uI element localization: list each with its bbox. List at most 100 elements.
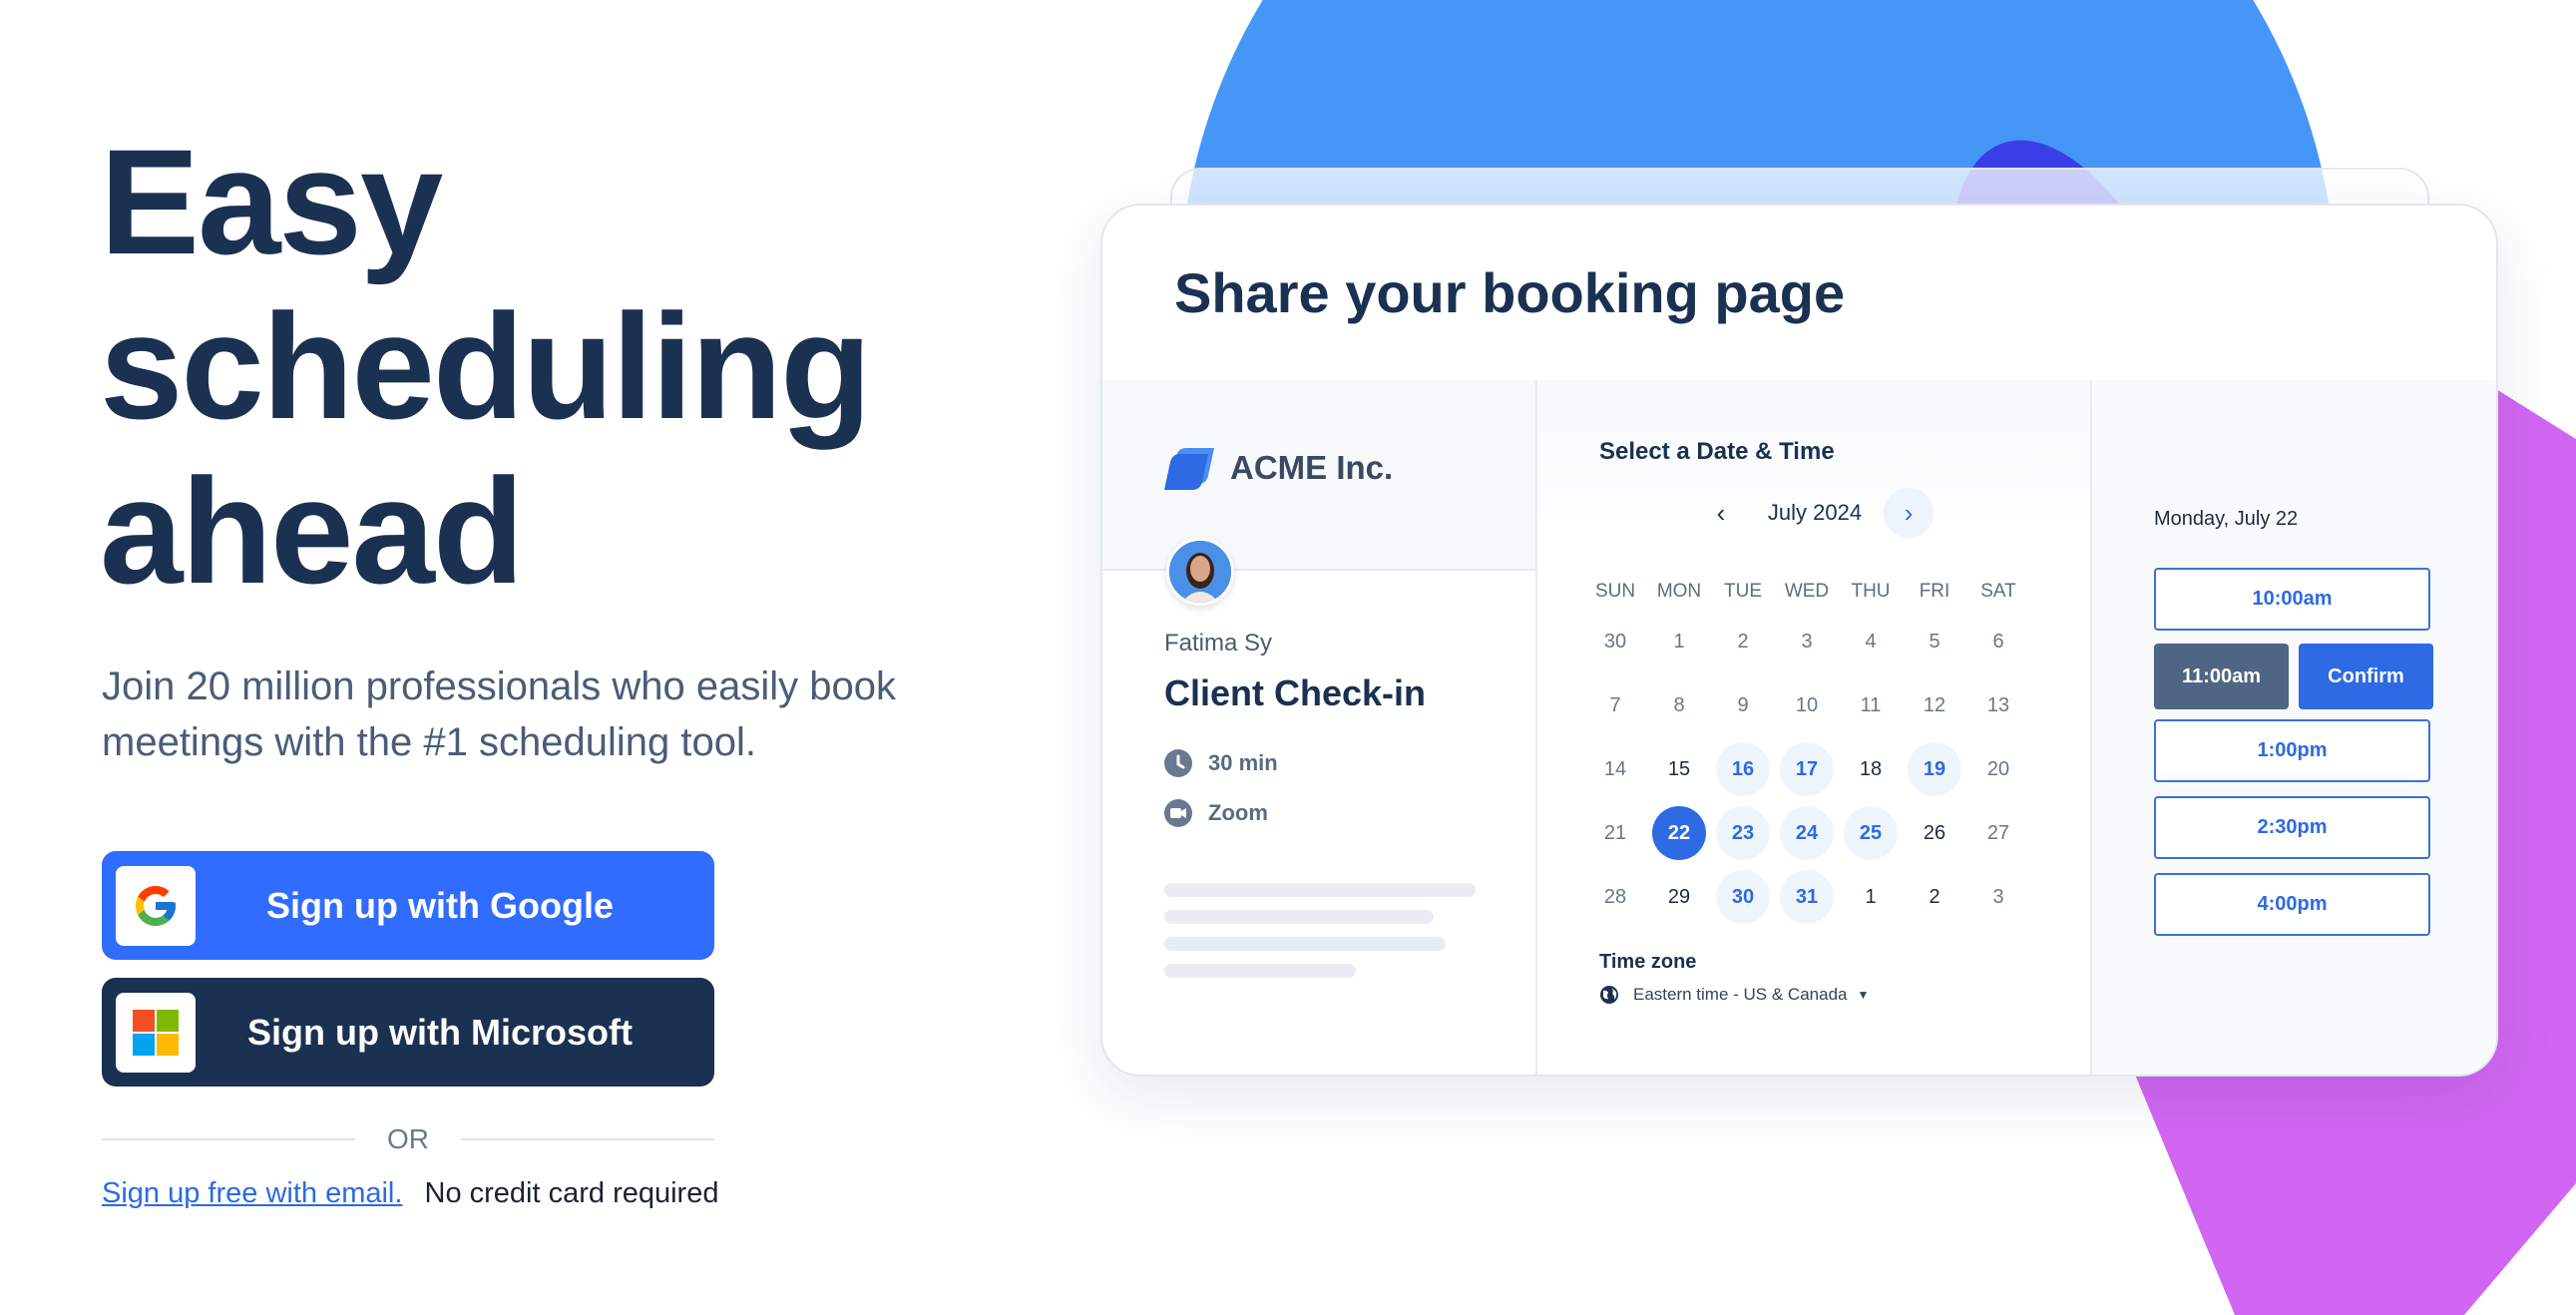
- timezone-select[interactable]: Eastern time - US & Canada ▼: [1599, 985, 1869, 1005]
- divider-line: [461, 1138, 714, 1140]
- weekday-label: SUN: [1594, 581, 1636, 602]
- calendar-day: 6: [1992, 630, 2004, 653]
- weekday-label: WED: [1784, 581, 1830, 602]
- placeholder-line: [1164, 910, 1434, 924]
- calendar-day: 7: [1609, 693, 1621, 716]
- calendar-day: 28: [1603, 885, 1627, 908]
- google-button-label: Sign up with Google: [266, 884, 614, 926]
- sign-up-google-button[interactable]: Sign up with Google: [102, 851, 714, 960]
- chevron-right-icon: ›: [1904, 497, 1914, 528]
- microsoft-button-label: Sign up with Microsoft: [247, 1011, 633, 1053]
- available-day[interactable]: 23: [1716, 806, 1770, 860]
- or-label: OR: [387, 1123, 429, 1154]
- calendar-day: 3: [1801, 630, 1813, 653]
- weekday-label: THU: [1851, 581, 1891, 602]
- microsoft-logo-icon: [116, 992, 196, 1073]
- calendar-day: 26: [1923, 821, 1946, 844]
- time-slot-button[interactable]: 1:00pm: [2154, 719, 2430, 782]
- calendar-grid: SUN MON TUE WED THU FRI SAT 30 1 2 3 4 5 6 7 8 9 10 11 12 1…: [1583, 578, 2062, 929]
- calendar-day: 2: [1929, 885, 1940, 908]
- headline-line: ahead: [100, 447, 525, 615]
- hero-headline: Easy scheduling ahead: [100, 120, 872, 615]
- calendar-cell: 9: [1711, 678, 1775, 732]
- calendar-cell: 10: [1775, 678, 1839, 732]
- calendar-cell: 25: [1839, 806, 1903, 860]
- calendar-cell: 2: [1903, 870, 1966, 924]
- calendar-day: 18: [1859, 757, 1883, 780]
- available-day[interactable]: 25: [1844, 806, 1898, 860]
- time-slot-button[interactable]: 4:00pm: [2154, 873, 2430, 936]
- calendar-cell: 30: [1583, 615, 1647, 668]
- calendar-day: 3: [1992, 885, 2004, 908]
- no-credit-card-note: No credit card required: [424, 1177, 719, 1209]
- next-month-button[interactable]: ›: [1884, 488, 1934, 538]
- calendar-cell: 1: [1647, 615, 1711, 668]
- time-slot-button[interactable]: 10:00am: [2154, 568, 2430, 631]
- available-day[interactable]: 30: [1716, 870, 1770, 924]
- placeholder-line: [1164, 883, 1476, 897]
- email-signup-row: Sign up free with email. No credit card …: [102, 1177, 718, 1210]
- calendar-cell: 11: [1839, 678, 1903, 732]
- calendar-cell: 27: [1966, 806, 2030, 860]
- chevron-left-icon: ‹: [1716, 497, 1726, 528]
- calendar-day: 15: [1667, 757, 1691, 780]
- host-avatar: [1166, 538, 1234, 606]
- calendar-cell: 16: [1711, 742, 1775, 796]
- calendar-cell: 19: [1903, 742, 1966, 796]
- calendar-day: 10: [1795, 693, 1819, 716]
- calendar-cell: 6: [1966, 615, 2030, 668]
- calendar-cell: 8: [1647, 678, 1711, 732]
- calendar-cell: 13: [1966, 678, 2030, 732]
- hero-subtitle: Join 20 million professionals who easily…: [102, 664, 896, 764]
- selected-day[interactable]: 22: [1652, 806, 1706, 860]
- available-day[interactable]: 31: [1780, 870, 1834, 924]
- calendar-cell: 1: [1839, 870, 1903, 924]
- calendar-cell: 29: [1647, 870, 1711, 924]
- available-day[interactable]: 17: [1780, 742, 1834, 796]
- available-day[interactable]: 24: [1780, 806, 1834, 860]
- calendar-week-row: 28 29 30 31 1 2 3: [1583, 865, 2062, 929]
- calendar-cell: 12: [1903, 678, 1966, 732]
- calendar-cell: 23: [1711, 806, 1775, 860]
- company-name: ACME Inc.: [1230, 449, 1394, 486]
- available-day[interactable]: 16: [1716, 742, 1770, 796]
- event-name: Client Check-in: [1164, 672, 1427, 713]
- calendar-day: 8: [1673, 693, 1685, 716]
- calendar-cell: 4: [1839, 615, 1903, 668]
- calendar-day: 13: [1986, 693, 2010, 716]
- calendar-cell: 5: [1903, 615, 1966, 668]
- selected-time-slot[interactable]: 11:00am: [2154, 644, 2289, 709]
- calendar-title: Select a Date & Time: [1599, 438, 1835, 465]
- calendar-week-row: 21 22 23 24 25 26 27: [1583, 801, 2062, 865]
- clock-icon: [1164, 749, 1192, 777]
- sign-up-microsoft-button[interactable]: Sign up with Microsoft: [102, 978, 714, 1087]
- confirm-button[interactable]: Confirm: [2299, 644, 2433, 709]
- calendar-cell: 24: [1775, 806, 1839, 860]
- calendar-day: 27: [1986, 821, 2010, 844]
- previous-month-button[interactable]: ‹: [1696, 488, 1746, 538]
- calendar-cell: 26: [1903, 806, 1966, 860]
- time-slot-button[interactable]: 2:30pm: [2154, 796, 2430, 859]
- calendar-day: 2: [1737, 630, 1749, 653]
- current-month: July 2024: [1767, 500, 1863, 525]
- selected-date: Monday, July 22: [2154, 508, 2299, 530]
- calendar-week-row: 30 1 2 3 4 5 6: [1583, 610, 2062, 673]
- acme-logo-icon: [1164, 448, 1214, 490]
- weekday-label: FRI: [1919, 581, 1950, 602]
- google-logo-icon: [116, 865, 196, 946]
- or-divider: OR: [102, 1117, 714, 1161]
- sign-up-email-link[interactable]: Sign up free with email.: [102, 1177, 402, 1209]
- month-navigation: ‹ July 2024 ›: [1537, 488, 2092, 538]
- calendar-cell: 31: [1775, 870, 1839, 924]
- card-title: Share your booking page: [1174, 261, 1846, 324]
- calendar-week-row: 14 15 16 17 18 19 20: [1583, 737, 2062, 801]
- placeholder-line: [1164, 937, 1446, 951]
- calendar-cell: 14: [1583, 742, 1647, 796]
- calendar-day: 11: [1860, 693, 1882, 716]
- duration-label: 30 min: [1208, 750, 1278, 775]
- calendar-day: 4: [1865, 630, 1877, 653]
- calendar-week-row: 7 8 9 10 11 12 13: [1583, 673, 2062, 737]
- available-day[interactable]: 19: [1908, 742, 1961, 796]
- calendar-day: 29: [1667, 885, 1691, 908]
- calendar-day: 21: [1603, 821, 1627, 844]
